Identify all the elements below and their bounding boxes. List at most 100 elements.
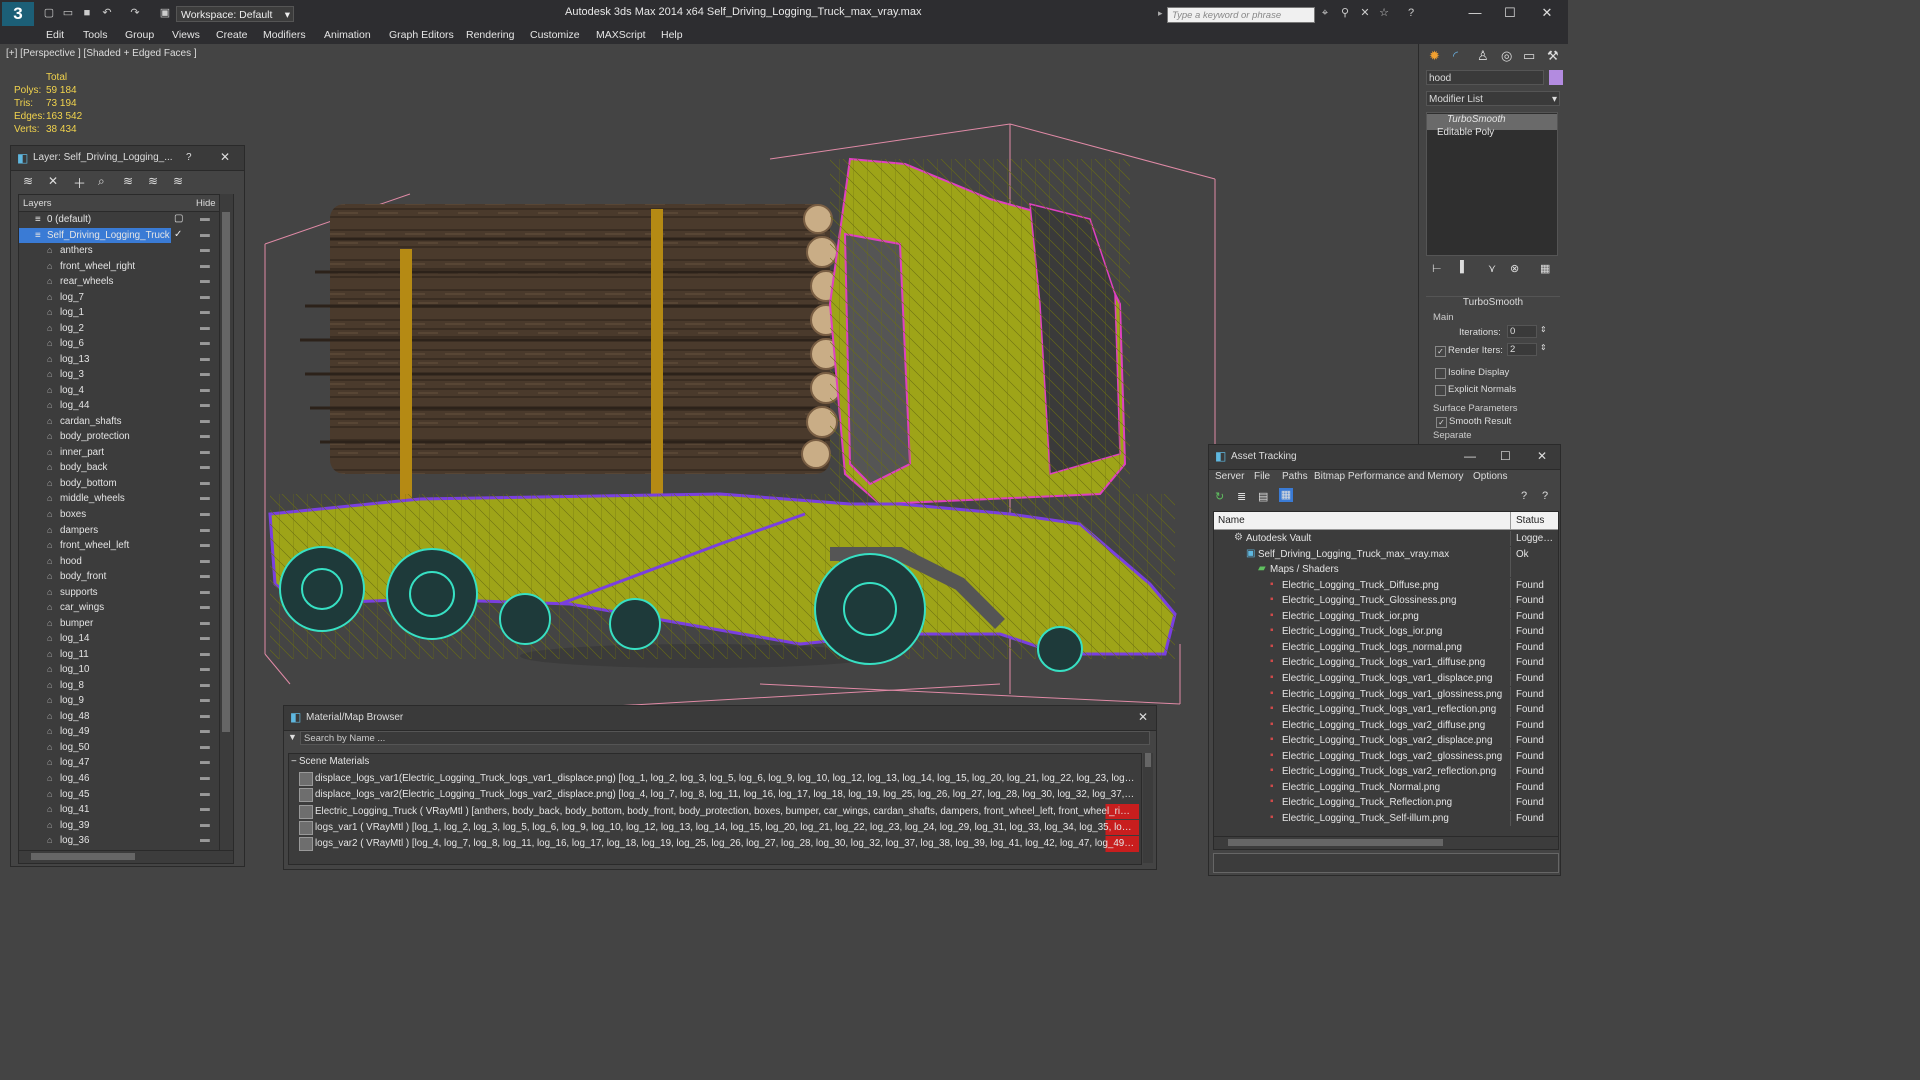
column-hide[interactable]: Hide xyxy=(196,198,216,209)
isoline-display-checkbox[interactable] xyxy=(1435,368,1446,379)
hide-toggle-icon[interactable]: ▬ xyxy=(200,291,210,302)
hide-toggle-icon[interactable]: ▬ xyxy=(200,430,210,441)
menu-graph-editors[interactable]: Graph Editors xyxy=(389,29,454,41)
motion-tab-icon[interactable]: ◎ xyxy=(1501,48,1512,64)
layer-item[interactable]: ⌂ log_14 ▬ xyxy=(19,631,233,647)
maximize-button[interactable]: ☐ xyxy=(1497,4,1523,22)
hide-toggle-icon[interactable]: ▬ xyxy=(200,679,210,690)
menu-rendering[interactable]: Rendering xyxy=(466,29,514,41)
menu-group[interactable]: Group xyxy=(125,29,154,41)
layer-item[interactable]: ⌂ log_39 ▬ xyxy=(19,818,233,834)
layer-list-hscrollbar[interactable] xyxy=(18,850,234,864)
asset-tracking-header[interactable]: ◧ Asset Tracking — ☐ ✕ xyxy=(1209,445,1560,470)
layer-item[interactable]: ⌂ log_45 ▬ xyxy=(19,787,233,803)
layer-item[interactable]: ⌂ body_front ▬ xyxy=(19,569,233,585)
options-menu-icon[interactable]: ▼ xyxy=(288,732,297,742)
spinner-arrows-icon[interactable]: ⇕ xyxy=(1540,325,1547,334)
asset-row[interactable]: ▪ Electric_Logging_Truck_ior.png Found xyxy=(1214,608,1558,625)
help-icon[interactable]: ? xyxy=(186,152,192,163)
hide-toggle-icon[interactable]: ▬ xyxy=(200,415,210,426)
layer-item[interactable]: ⌂ rear_wheels ▬ xyxy=(19,274,233,290)
menu-create[interactable]: Create xyxy=(216,29,248,41)
hide-toggle-icon[interactable]: ▬ xyxy=(200,446,210,457)
open-file-icon[interactable]: ▭ xyxy=(61,6,75,20)
layer-item[interactable]: ⌂ log_41 ▬ xyxy=(19,802,233,818)
layer-item[interactable]: ⌂ log_1 ▬ xyxy=(19,305,233,321)
workspace-dropdown[interactable]: Workspace: Default ▾ xyxy=(176,6,294,22)
asset-tree-hscrollbar[interactable] xyxy=(1213,836,1559,850)
layer-item[interactable]: ⌂ bumper ▬ xyxy=(19,616,233,632)
stack-item-editable-poly[interactable]: Editable Poly xyxy=(1427,127,1557,143)
material-item[interactable]: displace_logs_var2(Electric_Logging_Truc… xyxy=(297,787,1139,803)
hide-toggle-icon[interactable]: ▬ xyxy=(200,368,210,379)
asset-row[interactable]: ▪ Electric_Logging_Truck_logs_normal.png F… xyxy=(1214,639,1558,656)
app-logo-icon[interactable]: 3 xyxy=(2,2,34,26)
hide-toggle-icon[interactable]: ▬ xyxy=(200,570,210,581)
hide-toggle-icon[interactable]: ▬ xyxy=(200,555,210,566)
hide-toggle-icon[interactable]: ▬ xyxy=(200,213,210,224)
hide-toggle-icon[interactable]: ▬ xyxy=(200,725,210,736)
hide-toggle-icon[interactable]: ▬ xyxy=(200,461,210,472)
layer-item[interactable]: ⌂ body_back ▬ xyxy=(19,460,233,476)
layer-item[interactable]: ⌂ boxes ▬ xyxy=(19,507,233,523)
hide-toggle-icon[interactable]: ▬ xyxy=(200,306,210,317)
material-search-input[interactable]: Search by Name ... xyxy=(300,731,1150,745)
menu-tools[interactable]: Tools xyxy=(83,29,108,41)
hide-toggle-icon[interactable]: ▬ xyxy=(200,819,210,830)
asset-row[interactable]: ▪ Electric_Logging_Truck_logs_var2_displa… xyxy=(1214,733,1558,749)
keyword-search-input[interactable]: Type a keyword or phrase xyxy=(1167,7,1315,23)
menu-modifiers[interactable]: Modifiers xyxy=(263,29,306,41)
asset-row[interactable]: ▪ Electric_Logging_Truck_logs_var1_glossi… xyxy=(1214,686,1558,703)
hide-toggle-icon[interactable]: ▬ xyxy=(200,524,210,535)
asset-row[interactable]: ▪ Electric_Logging_Truck_Reflection.png Fo… xyxy=(1214,795,1558,811)
help-icon[interactable]: ? xyxy=(1521,490,1527,502)
current-layer-icon[interactable]: ▢ xyxy=(174,213,183,224)
layer-item[interactable]: ⌂ body_bottom ▬ xyxy=(19,476,233,492)
hide-toggle-icon[interactable]: ▬ xyxy=(200,788,210,799)
hide-toggle-icon[interactable]: ▬ xyxy=(200,322,210,333)
hide-toggle-icon[interactable]: ▬ xyxy=(200,508,210,519)
scrollbar-thumb[interactable] xyxy=(31,853,135,860)
favorites-star-icon[interactable]: ☆ xyxy=(1377,6,1391,20)
layer-item[interactable]: ⌂ log_49 ▬ xyxy=(19,724,233,740)
menu-views[interactable]: Views xyxy=(172,29,200,41)
help-context-icon[interactable]: ? xyxy=(1542,490,1548,502)
layer-item[interactable]: ⌂ log_47 ▬ xyxy=(19,755,233,771)
redo-icon[interactable]: ↷ xyxy=(128,6,142,20)
layer-item[interactable]: ⌂ log_9 ▬ xyxy=(19,693,233,709)
modify-tab-icon[interactable]: ◜ xyxy=(1453,48,1458,64)
layer-row-default[interactable]: ≡ 0 (default) ▢ ▬ xyxy=(19,212,233,228)
layer-item[interactable]: ⌂ log_2 ▬ xyxy=(19,321,233,337)
menu-server[interactable]: Server xyxy=(1215,471,1244,482)
highlight-layer-icon[interactable]: ≋ xyxy=(123,174,133,188)
display-tab-icon[interactable]: ▭ xyxy=(1523,48,1535,64)
thumbnail-view-icon[interactable]: ▤ xyxy=(1258,490,1268,503)
layer-item[interactable]: ⌂ cardan_shafts ▬ xyxy=(19,414,233,430)
layer-item[interactable]: ⌂ log_4 ▬ xyxy=(19,383,233,399)
list-view-icon[interactable]: ≣ xyxy=(1237,490,1246,503)
material-item[interactable]: Electric_Logging_Truck ( VRayMtl ) [anth… xyxy=(297,803,1139,820)
maximize-button[interactable]: ☐ xyxy=(1500,449,1511,463)
layer-item[interactable]: ⌂ dampers ▬ xyxy=(19,523,233,539)
create-tab-icon[interactable]: ✹ xyxy=(1429,48,1440,64)
hide-toggle-icon[interactable]: ▬ xyxy=(200,632,210,643)
hide-toggle-icon[interactable]: ▬ xyxy=(200,772,210,783)
layer-item[interactable]: ⌂ log_11 ▬ xyxy=(19,647,233,663)
menu-help[interactable]: Help xyxy=(661,29,683,41)
column-name[interactable]: Name xyxy=(1218,515,1245,526)
hide-toggle-icon[interactable]: ▬ xyxy=(200,586,210,597)
asset-row[interactable]: ▪ Electric_Logging_Truck_logs_var1_displa… xyxy=(1214,670,1558,687)
make-unique-icon[interactable]: ⋎ xyxy=(1488,262,1496,275)
close-icon[interactable]: ✕ xyxy=(1537,449,1547,463)
collapse-icon[interactable]: − xyxy=(291,756,297,767)
help-icon[interactable]: ? xyxy=(1404,6,1418,20)
binoculars-icon[interactable]: ⌖ xyxy=(1318,6,1332,20)
scrollbar-thumb[interactable] xyxy=(1228,839,1443,846)
layer-panel-header[interactable]: ◧ Layer: Self_Driving_Logging_... ? ✕ xyxy=(11,146,244,171)
asset-row[interactable]: ▪ Electric_Logging_Truck_logs_ior.png Foun… xyxy=(1214,624,1558,640)
communication-icon[interactable]: ✕ xyxy=(1358,6,1372,20)
material-browser-header[interactable]: ◧ Material/Map Browser ✕ xyxy=(284,706,1156,731)
object-color-swatch[interactable] xyxy=(1549,70,1563,85)
column-divider[interactable] xyxy=(1510,512,1511,529)
layer-item[interactable]: ⌂ anthers ▬ xyxy=(19,243,233,259)
